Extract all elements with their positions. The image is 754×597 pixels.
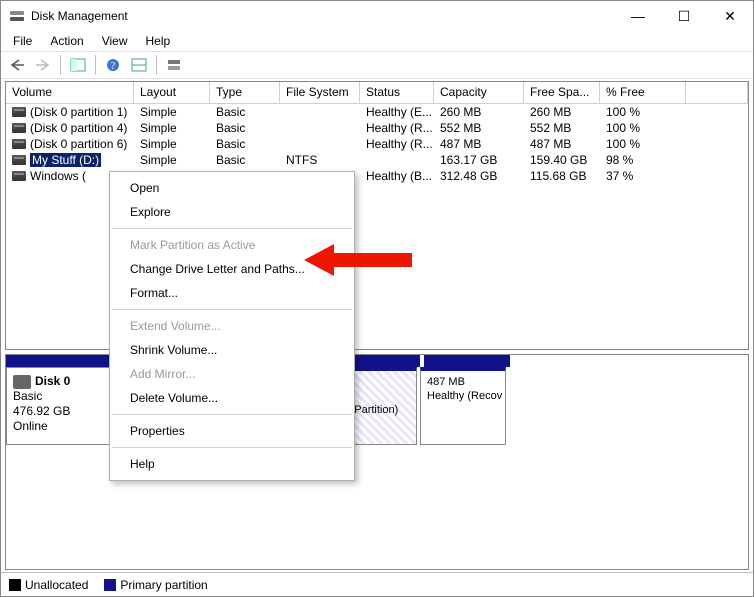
menu-mark-partition-active: Mark Partition as Active xyxy=(110,233,354,257)
menu-action[interactable]: Action xyxy=(42,32,91,50)
help-button[interactable]: ? xyxy=(101,54,125,76)
forward-button[interactable] xyxy=(31,54,55,76)
close-button[interactable]: ✕ xyxy=(707,1,753,31)
context-menu: Open Explore Mark Partition as Active Ch… xyxy=(109,171,355,481)
col-file-system[interactable]: File System xyxy=(280,82,360,104)
menu-view[interactable]: View xyxy=(94,32,136,50)
menu-add-mirror: Add Mirror... xyxy=(110,362,354,386)
partition-block[interactable]: 487 MBHealthy (Recov xyxy=(420,367,506,445)
maximize-button[interactable]: ☐ xyxy=(661,1,707,31)
volume-row[interactable]: (Disk 0 partition 4)SimpleBasicHealthy (… xyxy=(6,120,748,136)
volume-row[interactable]: My Stuff (D:)SimpleBasicNTFS163.17 GB159… xyxy=(6,152,748,168)
drive-icon xyxy=(12,155,26,165)
disk-label[interactable]: Disk 0 Basic 476.92 GB Online xyxy=(6,367,114,445)
menu-open[interactable]: Open xyxy=(110,176,354,200)
volume-name-cell: My Stuff (D:) xyxy=(6,153,134,167)
menu-bar: File Action View Help xyxy=(1,31,753,51)
disk-size: 476.92 GB xyxy=(13,404,70,418)
swatch-unallocated xyxy=(9,579,21,591)
menu-explore[interactable]: Explore xyxy=(110,200,354,224)
menu-file[interactable]: File xyxy=(5,32,40,50)
swatch-primary xyxy=(104,579,116,591)
menu-format[interactable]: Format... xyxy=(110,281,354,305)
menu-help[interactable]: Help xyxy=(138,32,179,50)
disk-type: Basic xyxy=(13,389,42,403)
col-volume[interactable]: Volume xyxy=(6,82,134,104)
back-button[interactable] xyxy=(5,54,29,76)
window-title: Disk Management xyxy=(31,9,128,23)
col-type[interactable]: Type xyxy=(210,82,280,104)
disk-icon xyxy=(13,375,31,389)
app-icon xyxy=(9,8,25,24)
svg-text:?: ? xyxy=(111,61,116,72)
col-layout[interactable]: Layout xyxy=(134,82,210,104)
volume-row[interactable]: (Disk 0 partition 6)SimpleBasicHealthy (… xyxy=(6,136,748,152)
volume-name-cell: (Disk 0 partition 4) xyxy=(6,121,134,135)
volume-row[interactable]: (Disk 0 partition 1)SimpleBasicHealthy (… xyxy=(6,104,748,120)
legend-unallocated: Unallocated xyxy=(9,578,88,592)
disk-name: Disk 0 xyxy=(35,374,70,388)
col-status[interactable]: Status xyxy=(360,82,434,104)
menu-help[interactable]: Help xyxy=(110,452,354,476)
toolbar: ? xyxy=(1,51,753,79)
menu-change-drive-letter[interactable]: Change Drive Letter and Paths... xyxy=(110,257,354,281)
settings-toolbar-button[interactable] xyxy=(127,54,151,76)
drive-icon xyxy=(12,123,26,133)
drive-icon xyxy=(12,171,26,181)
menu-shrink-volume[interactable]: Shrink Volume... xyxy=(110,338,354,362)
legend-primary: Primary partition xyxy=(104,578,207,592)
drive-icon xyxy=(12,139,26,149)
col-pct-free[interactable]: % Free xyxy=(600,82,686,104)
column-headers[interactable]: Volume Layout Type File System Status Ca… xyxy=(6,82,748,104)
volume-name-cell: (Disk 0 partition 1) xyxy=(6,105,134,119)
menu-properties[interactable]: Properties xyxy=(110,419,354,443)
col-free-space[interactable]: Free Spa... xyxy=(524,82,600,104)
col-spacer xyxy=(686,82,748,104)
volume-name-cell: (Disk 0 partition 6) xyxy=(6,137,134,151)
drive-icon xyxy=(12,107,26,117)
minimize-button[interactable]: — xyxy=(615,1,661,31)
title-bar: Disk Management — ☐ ✕ xyxy=(1,1,753,31)
legend: Unallocated Primary partition xyxy=(1,572,753,596)
menu-delete-volume[interactable]: Delete Volume... xyxy=(110,386,354,410)
disk-status: Online xyxy=(13,419,48,433)
show-hide-console-tree-button[interactable] xyxy=(66,54,90,76)
drive-list-toolbar-button[interactable] xyxy=(162,54,186,76)
menu-extend-volume: Extend Volume... xyxy=(110,314,354,338)
col-capacity[interactable]: Capacity xyxy=(434,82,524,104)
